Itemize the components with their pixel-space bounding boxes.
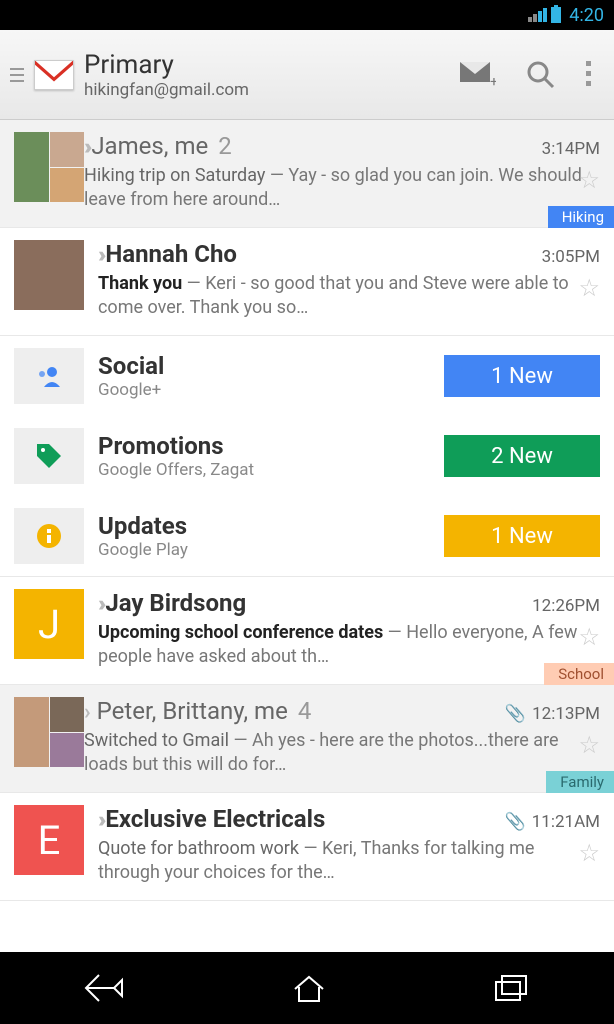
message-count: 2 [218, 132, 232, 160]
attachment-icon: 📎 [505, 704, 526, 724]
star-icon[interactable]: ☆ [578, 839, 600, 867]
attachment-icon: 📎 [505, 812, 526, 832]
importance-marker-icon[interactable]: ›› [98, 592, 101, 617]
message-list[interactable]: ›› James, me 2 3:14PM Hiking trip on Sat… [0, 120, 614, 952]
subject: Thank you [98, 273, 182, 294]
signal-icon [528, 8, 547, 22]
avatar[interactable] [14, 132, 84, 202]
category-sub: Google Offers, Zagat [98, 460, 444, 480]
new-badge: 1 New [444, 355, 600, 397]
timestamp: 📎12:13PM [505, 704, 600, 724]
app-header: Primary hikingfan@gmail.com + [0, 30, 614, 120]
inbox-category-title[interactable]: Primary [84, 50, 460, 80]
promotions-icon [14, 428, 84, 484]
sender-name: Peter, Brittany, me [97, 697, 288, 725]
sender-name: Jay Birdsong [105, 589, 246, 617]
category-title: Updates [98, 512, 444, 540]
timestamp: 3:14PM [542, 139, 600, 159]
timestamp: 12:26PM [532, 596, 600, 616]
email-thread[interactable]: ›› Hannah Cho 3:05PM Thank you — Keri - … [0, 228, 614, 336]
svg-text:+: + [490, 74, 496, 88]
search-icon[interactable] [526, 60, 556, 90]
label-badge[interactable]: School [544, 663, 614, 685]
avatar[interactable]: J [14, 589, 84, 659]
compose-icon[interactable]: + [460, 62, 496, 88]
sender-name: Hannah Cho [105, 240, 237, 268]
overflow-menu-icon[interactable] [586, 61, 594, 89]
new-badge: 1 New [444, 515, 600, 557]
gmail-icon [34, 60, 74, 90]
category-title: Social [98, 352, 444, 380]
category-promotions[interactable]: PromotionsGoogle Offers, Zagat 2 New [0, 416, 614, 496]
subject: Upcoming school conference dates [98, 622, 383, 643]
importance-marker-icon[interactable]: ›› [98, 808, 101, 833]
label-badge[interactable]: Family [546, 771, 614, 793]
avatar[interactable] [14, 697, 84, 767]
star-icon[interactable]: ☆ [578, 274, 600, 302]
importance-marker-icon[interactable]: ›› [98, 243, 101, 268]
email-thread[interactable]: ›› James, me 2 3:14PM Hiking trip on Sat… [0, 120, 614, 228]
battery-icon [551, 7, 561, 23]
avatar[interactable] [14, 240, 84, 310]
recents-button[interactable] [494, 974, 530, 1002]
email-thread[interactable]: › Peter, Brittany, me 4 📎12:13PM Switche… [0, 685, 614, 793]
category-social[interactable]: SocialGoogle+ 1 New [0, 336, 614, 416]
back-button[interactable] [84, 973, 124, 1003]
category-sub: Google Play [98, 540, 444, 560]
home-button[interactable] [291, 973, 327, 1003]
email-thread[interactable]: J ›› Jay Birdsong 12:26PM Upcoming schoo… [0, 577, 614, 685]
email-thread[interactable]: E ›› Exclusive Electricals 📎11:21AM Quot… [0, 793, 614, 901]
status-clock: 4:20 [569, 5, 604, 26]
category-sub: Google+ [98, 380, 444, 400]
subject: Hiking trip on Saturday [84, 165, 265, 186]
social-icon [14, 348, 84, 404]
star-icon[interactable]: ☆ [578, 623, 600, 651]
importance-marker-icon[interactable]: ›› [84, 135, 87, 160]
avatar[interactable]: E [14, 805, 84, 875]
updates-icon [14, 508, 84, 564]
menu-icon[interactable] [10, 68, 28, 82]
message-count: 4 [298, 697, 312, 725]
sender-name: James, me [91, 132, 208, 160]
star-icon[interactable]: ☆ [578, 731, 600, 759]
timestamp: 📎11:21AM [505, 812, 600, 832]
subject: Quote for bathroom work [98, 838, 299, 859]
android-navbar [0, 952, 614, 1024]
label-badge[interactable]: Hiking [548, 206, 614, 228]
category-updates[interactable]: UpdatesGoogle Play 1 New [0, 496, 614, 576]
status-bar: 4:20 [0, 0, 614, 30]
subject: Switched to Gmail [84, 730, 229, 751]
sender-name: Exclusive Electricals [105, 805, 325, 833]
category-title: Promotions [98, 432, 444, 460]
category-section: SocialGoogle+ 1 New PromotionsGoogle Off… [0, 336, 614, 577]
timestamp: 3:05PM [542, 247, 600, 267]
new-badge: 2 New [444, 435, 600, 477]
importance-marker-icon[interactable]: › [84, 700, 91, 725]
account-email[interactable]: hikingfan@gmail.com [84, 80, 460, 100]
star-icon[interactable]: ☆ [578, 166, 600, 194]
